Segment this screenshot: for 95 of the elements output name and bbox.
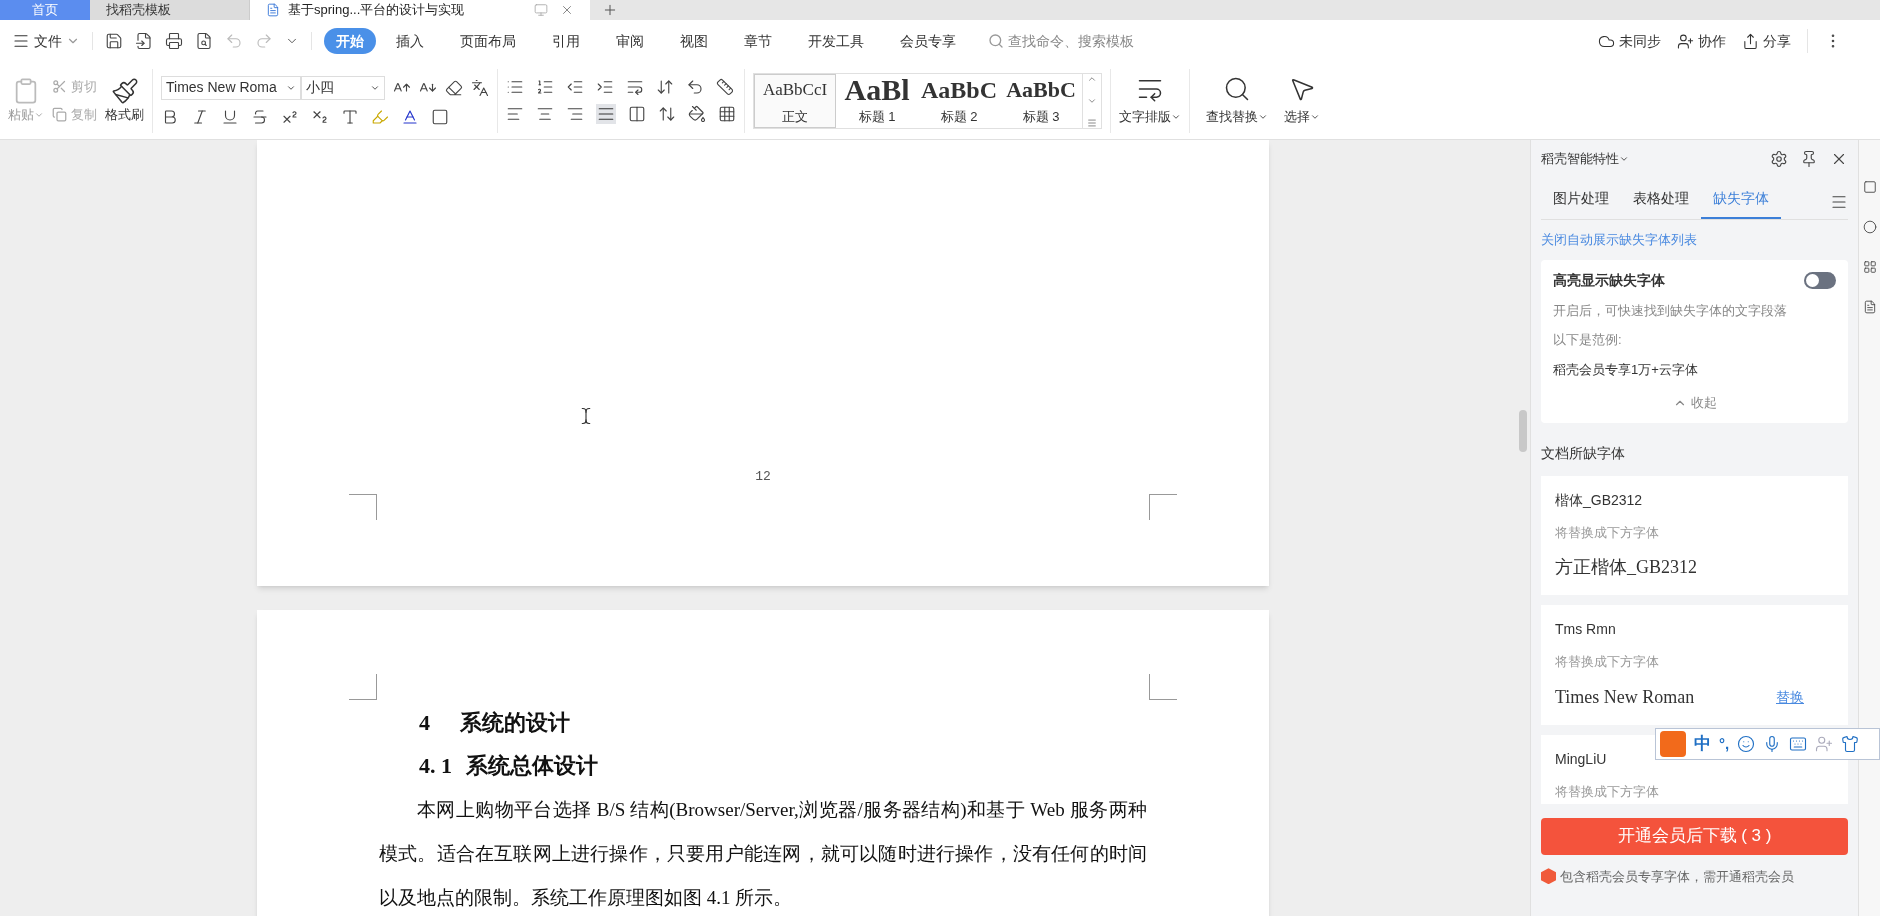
search-icon <box>988 33 1004 49</box>
ribbon-tab[interactable]: 插入 <box>380 28 440 54</box>
sidebar-icon[interactable] <box>1862 300 1877 314</box>
page-number: 12 <box>755 467 771 486</box>
menu-icon[interactable] <box>12 32 30 50</box>
border-icon[interactable] <box>718 104 736 123</box>
highlight-description: 开启后，可快速找到缺失字体的文字段落 <box>1553 301 1788 320</box>
underline-icon[interactable] <box>221 107 239 126</box>
example-text: 稻壳会员专享1万+云字体 <box>1553 360 1699 379</box>
example-label: 以下是范例: <box>1553 331 1623 349</box>
character-border-icon[interactable] <box>431 107 449 126</box>
text-layout-button[interactable]: 文字排版 <box>1119 74 1181 127</box>
print-icon[interactable] <box>165 32 183 50</box>
settings-icon[interactable] <box>1770 150 1788 168</box>
strikethrough-icon[interactable] <box>251 107 269 126</box>
justify-icon[interactable] <box>596 103 616 124</box>
panel-tab[interactable]: 表格处理 <box>1621 188 1701 219</box>
line-spacing-icon[interactable] <box>658 104 676 123</box>
font-size-field[interactable]: 小四 <box>301 75 385 100</box>
share-icon[interactable] <box>1742 32 1759 50</box>
window-tab[interactable]: 找稻壳模板 <box>90 0 250 20</box>
ruler-icon[interactable] <box>716 77 734 96</box>
ribbon-tab[interactable]: 审阅 <box>600 28 660 54</box>
ribbon-tab[interactable]: 引用 <box>536 28 596 54</box>
ribbon-tab[interactable]: 会员专享 <box>884 28 972 54</box>
sort-icon[interactable] <box>656 77 674 96</box>
style-preset[interactable]: AaBbC 标题 2 <box>918 73 1000 128</box>
replace-hint: 将替换成下方字体 <box>1555 782 1660 801</box>
pin-icon[interactable] <box>1800 150 1818 168</box>
toolbar-action[interactable]: 未同步 <box>1598 30 1661 52</box>
file-menu[interactable]: 文件 <box>12 30 88 52</box>
save-icon[interactable] <box>105 32 123 50</box>
replace-hint: 将替换成下方字体 <box>1555 523 1660 542</box>
margin-corner-mark <box>349 674 377 700</box>
font-name-field[interactable]: Times New Roma <box>161 75 301 100</box>
eraser-icon[interactable] <box>445 78 463 97</box>
export-icon[interactable] <box>135 32 153 50</box>
missing-font-name: MingLiU <box>1555 749 1608 769</box>
ribbon-tab[interactable]: 开发工具 <box>792 28 880 54</box>
scrollbar-thumb[interactable] <box>1519 410 1527 452</box>
margin-corner-mark <box>1149 494 1177 520</box>
window-tab[interactable]: 基于spring...平台的设计与实现 <box>250 0 590 20</box>
panel-tab[interactable]: 图片处理 <box>1541 188 1621 219</box>
phonetic-guide-icon[interactable] <box>471 78 489 97</box>
text-effect-icon[interactable] <box>341 107 359 126</box>
missing-font-name: 楷体_GB2312 <box>1555 490 1644 510</box>
command-search-field[interactable]: 查找命令、搜索模板 <box>988 30 1158 52</box>
skin-icon[interactable] <box>1841 735 1860 753</box>
emoji-icon[interactable] <box>1737 735 1756 753</box>
replace-link[interactable]: 替换 <box>1776 686 1804 708</box>
input-mode[interactable]: 中 <box>1694 731 1711 757</box>
toggle-switch[interactable] <box>1804 271 1836 289</box>
subheading-number: 4. 1 <box>419 752 452 780</box>
style-preset[interactable]: AaBl 标题 1 <box>836 73 918 128</box>
body-paragraph: 本网上购物平台选择 B/S 结构(Browser/Server,浏览器/服务器结构)和基于 Web 服务两种模式。适合在互联网上进行操作，只要用户能连网，就可以随时进行操作，没有任何的时间以及地点的限制。系统工作原理图如图 4.1 所示。 <box>379 798 1147 910</box>
subheading: 系统总体设计 <box>466 752 598 780</box>
sidebar-icon[interactable] <box>1862 220 1877 234</box>
replace-hint: 将替换成下方字体 <box>1555 653 1660 671</box>
style-preset[interactable]: AaBbC 标题 3 <box>1000 73 1082 128</box>
ribbon-tab[interactable]: 页面布局 <box>444 28 532 54</box>
shading-icon[interactable] <box>688 104 706 123</box>
highlight-title: 高亮显示缺失字体 <box>1553 270 1665 290</box>
punctuation-mode[interactable]: °, <box>1719 732 1730 756</box>
add-user-icon[interactable] <box>1677 32 1694 50</box>
italic-icon[interactable] <box>191 107 209 126</box>
replacement-font: 方正楷体_GB2312 <box>1555 556 1697 579</box>
find-replace-button[interactable]: 查找替换 <box>1198 74 1276 127</box>
ribbon-tab[interactable]: 章节 <box>728 28 788 54</box>
heading: 系统的设计 <box>460 709 570 737</box>
missing-font-name: Tms Rmn <box>1555 620 1617 639</box>
print-preview-icon[interactable] <box>195 32 213 50</box>
paintbrush-icon[interactable] <box>110 76 139 105</box>
toolbar-action[interactable]: 分享 <box>1742 30 1791 52</box>
menu-icon[interactable] <box>1830 193 1848 211</box>
panel-tab[interactable]: 缺失字体 <box>1701 188 1781 219</box>
keyboard-icon[interactable] <box>1789 735 1808 753</box>
sidebar-icon[interactable] <box>1862 180 1877 194</box>
margin-corner-mark <box>349 494 377 520</box>
margin-corner-mark <box>1149 674 1177 700</box>
heading-number: 4 <box>419 709 430 737</box>
replacement-font: Times New Roman <box>1555 685 1695 709</box>
select-button[interactable]: 选择 <box>1276 74 1328 127</box>
toolbar-action[interactable]: 协作 <box>1677 30 1726 52</box>
member-note: 包含稻壳会员专享字体，需开通稻壳会员 <box>1560 867 1794 886</box>
document-icon[interactable] <box>266 3 280 17</box>
sidebar-icon[interactable] <box>1862 260 1877 274</box>
numbered-list-icon[interactable] <box>536 77 554 96</box>
collapse-button[interactable]: 收起 <box>1672 393 1717 413</box>
hexagon-logo-icon <box>1541 868 1556 885</box>
format-painter-button[interactable]: 格式刷 <box>105 76 144 125</box>
panel-title[interactable]: 稻壳智能特性 <box>1541 149 1629 169</box>
ribbon-tab[interactable]: 视图 <box>664 28 724 54</box>
missing-fonts-title: 文档所缺字体 <box>1541 443 1626 463</box>
style-preset[interactable]: AaBbCcI 正文 <box>754 73 836 128</box>
caret-icon[interactable] <box>1619 154 1629 164</box>
